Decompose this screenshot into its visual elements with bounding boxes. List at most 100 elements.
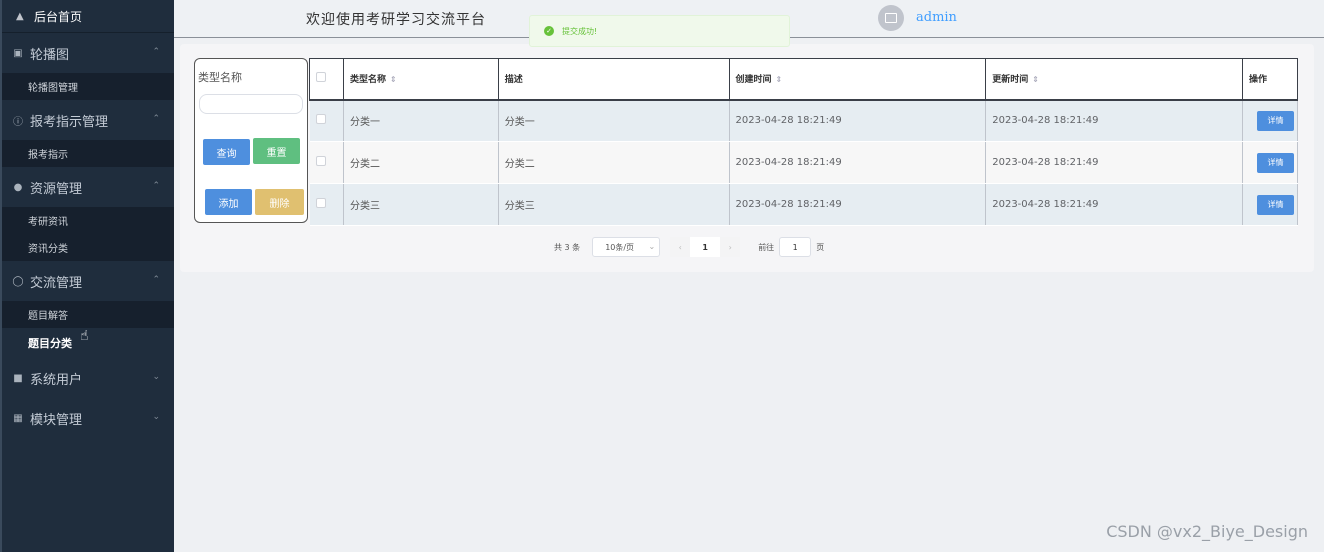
cell-updated: 2023-04-28 18:21:49 <box>985 183 1243 226</box>
sidebar-group-label: 系统用户 <box>30 372 83 388</box>
sidebar-item-news[interactable]: 考研资讯 <box>2 207 174 234</box>
sidebar: ▲ 后台首页 ▣ 轮播图 ⌃ 轮播图管理 ⓘ 报考指示管理 ⌃ 报考指示 ● 资… <box>0 0 174 552</box>
image-icon: ▣ <box>13 47 23 59</box>
select-all-checkbox[interactable] <box>316 72 326 83</box>
sidebar-group-system-users[interactable]: ■ 系统用户 ⌄ <box>2 358 174 398</box>
detail-button[interactable]: 详情 <box>1256 194 1294 215</box>
col-header-label: 更新时间 <box>992 75 1029 86</box>
detail-button[interactable]: 详情 <box>1256 152 1294 173</box>
col-header-ops: 操作 <box>1241 58 1299 101</box>
table-row: 分类二 分类二 2023-04-28 18:21:49 2023-04-28 1… <box>309 141 1299 184</box>
cell-name: 分类三 <box>343 183 499 226</box>
sidebar-item-question-answer[interactable]: 题目解答 <box>2 301 174 328</box>
goto-label: 前往 <box>758 242 775 252</box>
chevron-up-icon: ⌃ <box>152 47 160 57</box>
image-icon <box>885 13 897 23</box>
cell-ops: 详情 <box>1242 183 1299 226</box>
sidebar-group-label: 模块管理 <box>30 412 83 428</box>
sidebar-home-label: 后台首页 <box>34 9 83 24</box>
chevron-down-icon: ⌄ <box>152 372 160 382</box>
sidebar-sub-list: 考研资讯 资讯分类 <box>2 207 174 261</box>
row-checkbox[interactable] <box>315 156 326 166</box>
sidebar-item-carousel-manage[interactable]: 轮播图管理 <box>2 73 174 100</box>
check-circle-icon: ✓ <box>544 26 554 36</box>
username[interactable]: admin <box>916 10 957 25</box>
info-circle-icon: ⓘ <box>13 116 23 128</box>
detail-button[interactable]: 详情 <box>1256 110 1294 131</box>
grid-icon: ▦ <box>13 412 23 424</box>
cell-created: 2023-04-28 18:21:49 <box>729 141 987 184</box>
sidebar-group-label: 报考指示管理 <box>30 114 109 130</box>
main-panel: 类型名称 查询 重置 添加 删除 类型名称 ⇕ 描述 创建时间 ⇕ 更新时间 ⇕ 操作… <box>180 44 1314 272</box>
row-checkbox[interactable] <box>315 114 326 125</box>
col-header-updated[interactable]: 更新时间 ⇕ <box>985 58 1243 101</box>
col-header-desc: 描述 <box>497 58 730 101</box>
sidebar-item-home[interactable]: ▲ 后台首页 <box>2 0 174 33</box>
sort-icon[interactable]: ⇕ <box>1032 75 1039 84</box>
col-header-label: 类型名称 <box>349 75 386 86</box>
table-row: 分类一 分类一 2023-04-28 18:21:49 2023-04-28 1… <box>309 99 1299 142</box>
sidebar-group-exchange[interactable]: ◯ 交流管理 ⌃ <box>2 261 174 301</box>
row-select-cell <box>309 183 344 226</box>
location-pin-icon: ● <box>13 181 23 193</box>
cell-updated: 2023-04-28 18:21:49 <box>985 99 1243 142</box>
cell-desc: 分类三 <box>498 183 730 226</box>
next-page-button[interactable]: › <box>720 237 741 257</box>
sidebar-group-label: 交流管理 <box>30 275 83 291</box>
sidebar-group-label: 轮播图 <box>30 47 70 63</box>
col-header-name[interactable]: 类型名称 ⇕ <box>342 58 499 101</box>
sidebar-group-modules[interactable]: ▦ 模块管理 ⌄ <box>2 398 174 438</box>
reset-button[interactable]: 重置 <box>253 138 300 164</box>
avatar[interactable] <box>878 5 904 31</box>
chevron-down-icon: ⌄ <box>152 412 160 422</box>
pagination: 共 3 条 10条/页 ⌄ ‹ 1 › 前往 1 页 <box>554 237 824 257</box>
chevron-up-icon: ⌃ <box>152 275 160 285</box>
sort-icon[interactable]: ⇕ <box>390 75 397 84</box>
row-select-cell <box>309 99 344 142</box>
cell-ops: 详情 <box>1242 141 1299 184</box>
success-toast: ✓ 提交成功! <box>529 15 790 47</box>
sidebar-sub-list: 轮播图管理 <box>2 73 174 100</box>
chevron-left-icon: ‹ <box>678 242 682 252</box>
search-box: 类型名称 查询 重置 添加 删除 <box>194 58 308 223</box>
cell-created: 2023-04-28 18:21:49 <box>729 183 987 226</box>
page-size-value: 10条/页 <box>605 242 635 252</box>
add-button[interactable]: 添加 <box>205 189 252 215</box>
row-checkbox[interactable] <box>315 198 326 208</box>
category-table: 类型名称 ⇕ 描述 创建时间 ⇕ 更新时间 ⇕ 操作 分类一 分类一 2023-04-… <box>309 58 1299 226</box>
page-number[interactable]: 1 <box>690 237 721 257</box>
sidebar-group-exam-guide[interactable]: ⓘ 报考指示管理 ⌃ <box>2 100 174 140</box>
type-name-input[interactable] <box>199 94 303 114</box>
cell-name: 分类一 <box>343 99 499 142</box>
sidebar-group-resources[interactable]: ● 资源管理 ⌃ <box>2 167 174 207</box>
col-header-created[interactable]: 创建时间 ⇕ <box>728 58 987 101</box>
chat-icon: ◯ <box>12 275 24 287</box>
cell-updated: 2023-04-28 18:21:49 <box>985 141 1243 184</box>
toast-message: 提交成功! <box>562 26 598 36</box>
chevron-down-icon: ⌄ <box>648 242 656 251</box>
page-title: 欢迎使用考研学习交流平台 <box>306 12 486 28</box>
watermark: CSDN @vx2_Biye_Design <box>1106 522 1308 541</box>
goto-page-input[interactable]: 1 <box>779 237 812 257</box>
cell-ops: 详情 <box>1242 99 1299 142</box>
pointer-cursor-icon: ☝ <box>80 328 89 344</box>
row-select-cell <box>309 141 344 184</box>
sidebar-group-carousel[interactable]: ▣ 轮播图 ⌃ <box>2 33 174 73</box>
sort-icon[interactable]: ⇕ <box>776 75 783 84</box>
table-row: 分类三 分类三 2023-04-28 18:21:49 2023-04-28 1… <box>309 183 1299 226</box>
sidebar-item-news-category[interactable]: 资讯分类 <box>2 234 174 261</box>
chevron-up-icon: ⌃ <box>152 181 160 191</box>
delete-button[interactable]: 删除 <box>255 189 304 215</box>
col-header-label: 创建时间 <box>735 75 772 86</box>
search-label: 类型名称 <box>198 71 242 84</box>
page-unit-label: 页 <box>816 242 825 252</box>
page-size-select[interactable]: 10条/页 ⌄ <box>592 237 661 257</box>
chevron-up-icon: ⌃ <box>152 114 160 124</box>
cell-name: 分类二 <box>343 141 499 184</box>
query-button[interactable]: 查询 <box>203 139 250 165</box>
cell-desc: 分类二 <box>498 141 730 184</box>
prev-page-button[interactable]: ‹ <box>670 237 691 257</box>
home-icon: ▲ <box>16 11 24 22</box>
chevron-right-icon: › <box>728 242 732 252</box>
sidebar-item-exam-guide[interactable]: 报考指示 <box>2 140 174 167</box>
